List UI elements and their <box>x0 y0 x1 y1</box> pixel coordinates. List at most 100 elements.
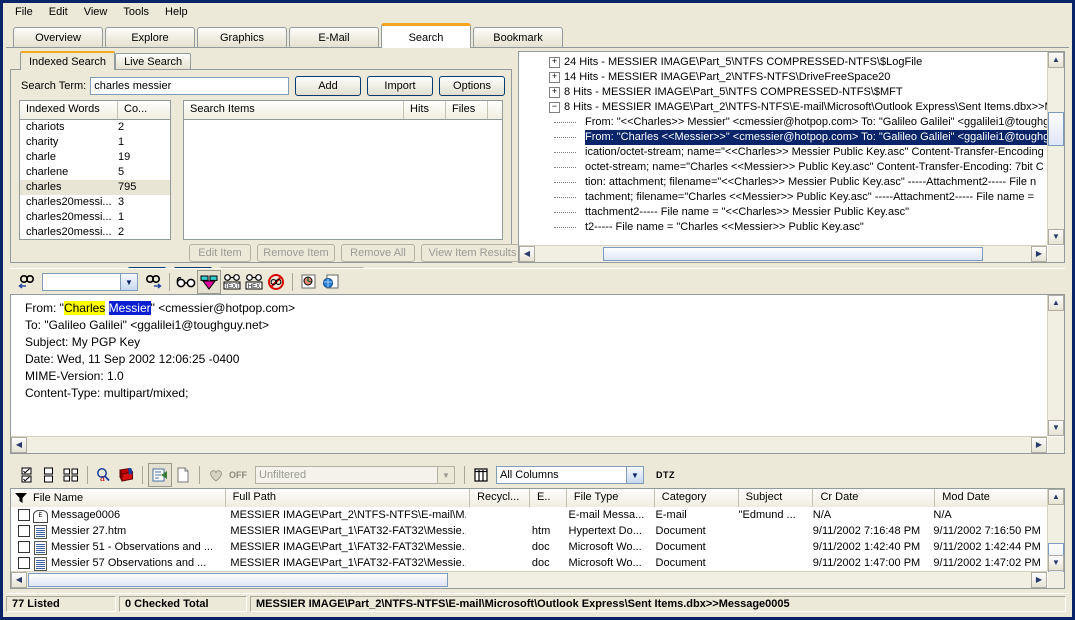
scroll-right-icon[interactable]: ▶ <box>1031 437 1047 453</box>
hex-view-icon[interactable]: HEX <box>243 271 265 293</box>
scroll-up-icon[interactable]: ▲ <box>1048 489 1064 505</box>
list-item[interactable]: charity 1 <box>20 135 170 150</box>
scroll-down-icon[interactable]: ▼ <box>1048 555 1064 571</box>
scroll-down-icon[interactable]: ▼ <box>1048 420 1064 436</box>
add-button[interactable]: Add <box>295 76 361 96</box>
list-item[interactable]: chariots 2 <box>20 120 170 135</box>
menu-item-help[interactable]: Help <box>157 4 196 21</box>
tree-vertical-scrollbar[interactable]: ▲ ▼ <box>1047 52 1064 245</box>
indexed-words-list[interactable]: Indexed Words Co... chariots 2 charity 1 <box>19 100 171 240</box>
scroll-up-icon[interactable]: ▲ <box>1048 52 1064 68</box>
tree-node[interactable]: + 24 Hits - MESSIER IMAGE\Part_5\NTFS CO… <box>519 55 1047 70</box>
tree-child-node-selected[interactable]: From: "Charles <<Messier>>" <cmessier@ho… <box>519 130 1047 145</box>
scroll-right-icon[interactable]: ▶ <box>1031 572 1047 588</box>
row-checkbox[interactable] <box>18 557 30 569</box>
glasses-icon[interactable] <box>175 271 197 293</box>
table-row[interactable]: Messier 57 Observations and ... MESSIER … <box>11 555 1047 571</box>
no-view-icon[interactable] <box>265 271 287 293</box>
export-icon[interactable] <box>148 463 172 487</box>
edit-item-button[interactable]: Edit Item <box>189 244 251 262</box>
tab-email[interactable]: E-Mail <box>289 27 379 48</box>
file-list-grid[interactable]: File Name Full Path Recycl... E.. File T… <box>10 488 1065 589</box>
col-count[interactable]: Co... <box>118 101 170 119</box>
new-doc-icon[interactable] <box>172 464 194 486</box>
expander-plus-icon[interactable]: + <box>549 72 560 83</box>
list-item[interactable]: charlene 5 <box>20 165 170 180</box>
col-cr-date[interactable]: Cr Date <box>813 489 936 507</box>
filter-combo[interactable]: Unfiltered ▼ <box>255 466 455 484</box>
bookmark-icon[interactable] <box>115 464 137 486</box>
filter-glasses-icon[interactable] <box>197 270 221 294</box>
scroll-right-icon[interactable]: ▶ <box>1031 246 1047 262</box>
scroll-down-icon[interactable]: ▼ <box>1048 229 1064 245</box>
import-button[interactable]: Import <box>367 76 433 96</box>
chevron-down-icon[interactable]: ▼ <box>626 467 643 483</box>
tree-child-node[interactable]: octet-stream; name="Charles <<Messier>> … <box>519 160 1047 175</box>
list-item[interactable]: charles20messi... 2 <box>20 225 170 239</box>
scroll-left-icon[interactable]: ◀ <box>519 246 535 262</box>
remove-item-button[interactable]: Remove Item <box>257 244 335 262</box>
remove-all-button[interactable]: Remove All <box>341 244 415 262</box>
tab-explore[interactable]: Explore <box>105 27 195 48</box>
tab-live-search[interactable]: Live Search <box>115 53 192 70</box>
tab-graphics[interactable]: Graphics <box>197 27 287 48</box>
list-item-selected[interactable]: charles 795 <box>20 180 170 195</box>
hits-tree[interactable]: + 24 Hits - MESSIER IMAGE\Part_5\NTFS CO… <box>519 52 1047 245</box>
view-item-results-button[interactable]: View Item Results » <box>421 244 533 262</box>
grid-vertical-scrollbar[interactable]: ▲ ▼ <box>1047 489 1064 573</box>
tab-indexed-search[interactable]: Indexed Search <box>20 51 116 70</box>
find-previous-icon[interactable] <box>16 271 38 293</box>
message-viewer[interactable]: From: "Charles Messier" <cmessier@hotpop… <box>10 294 1065 454</box>
chevron-down-icon[interactable]: ▼ <box>437 467 454 483</box>
tree-horizontal-scrollbar[interactable]: ◀ ▶ <box>519 245 1047 262</box>
check-all-icon[interactable] <box>16 464 38 486</box>
check-group-icon[interactable] <box>60 464 82 486</box>
tree-child-node[interactable]: tachment; filename="Charles <<Messier>> … <box>519 190 1047 205</box>
search-term-input[interactable] <box>90 77 289 95</box>
table-row[interactable]: E Message0006 MESSIER IMAGE\Part_2\NTFS-… <box>11 507 1047 523</box>
viewer-vertical-scrollbar[interactable]: ▲ ▼ <box>1047 295 1064 436</box>
tree-child-node[interactable]: ication/octet-stream; name="<<Charles>> … <box>519 145 1047 160</box>
table-row[interactable]: Messier 51 - Observations and ... MESSIE… <box>11 539 1047 555</box>
columns-icon[interactable] <box>470 464 492 486</box>
expander-plus-icon[interactable]: + <box>549 57 560 68</box>
col-mod-date[interactable]: Mod Date <box>935 489 1057 507</box>
tree-child-node[interactable]: tion: attachment; filename="<<Charles>> … <box>519 175 1047 190</box>
table-row[interactable]: Messier 27.htm MESSIER IMAGE\Part_1\FAT3… <box>11 523 1047 539</box>
browser-view-icon[interactable] <box>320 271 342 293</box>
tab-overview[interactable]: Overview <box>13 27 103 48</box>
col-file-type[interactable]: File Type <box>566 489 655 507</box>
menu-item-file[interactable]: File <box>7 4 41 21</box>
expander-plus-icon[interactable]: + <box>549 87 560 98</box>
row-checkbox[interactable] <box>18 541 30 553</box>
row-checkbox[interactable] <box>18 509 30 521</box>
find-input-combo[interactable]: ▼ <box>42 273 138 291</box>
col-subject[interactable]: Subject <box>738 489 814 507</box>
menu-item-view[interactable]: View <box>76 4 116 21</box>
tree-child-node[interactable]: From: "<<Charles>> Messier" <cmessier@ho… <box>519 115 1047 130</box>
picture-view-icon[interactable] <box>298 271 320 293</box>
text-view-icon[interactable]: TEXT <box>221 271 243 293</box>
tree-child-node[interactable]: t2----- File name = "Charles <<Messier>>… <box>519 220 1047 235</box>
col-files[interactable]: Files <box>446 101 488 119</box>
scroll-left-icon[interactable]: ◀ <box>11 572 27 588</box>
scroll-left-icon[interactable]: ◀ <box>11 437 27 453</box>
scroll-thumb[interactable] <box>1048 112 1064 146</box>
viewer-horizontal-scrollbar[interactable]: ◀ ▶ <box>11 436 1047 453</box>
scroll-thumb-h[interactable] <box>28 573 448 587</box>
options-button[interactable]: Options <box>439 76 505 96</box>
col-full-path[interactable]: Full Path <box>225 489 471 507</box>
tree-node[interactable]: + 14 Hits - MESSIER IMAGE\Part_2\NTFS-NT… <box>519 70 1047 85</box>
col-category[interactable]: Category <box>654 489 739 507</box>
find-next-icon[interactable] <box>142 271 164 293</box>
grid-horizontal-scrollbar[interactable]: ◀ ▶ <box>11 571 1047 588</box>
list-item[interactable]: charles20messi... 1 <box>20 210 170 225</box>
list-item[interactable]: charles20messi... 3 <box>20 195 170 210</box>
col-search-items[interactable]: Search Items <box>184 101 404 119</box>
tree-node[interactable]: + 8 Hits - MESSIER IMAGE\Part_5\NTFS COM… <box>519 85 1047 100</box>
filter-heart-icon[interactable] <box>205 464 227 486</box>
scroll-up-icon[interactable]: ▲ <box>1048 295 1064 311</box>
row-checkbox[interactable] <box>18 525 30 537</box>
col-hits[interactable]: Hits <box>404 101 446 119</box>
col-recycle[interactable]: Recycl... <box>470 489 530 507</box>
